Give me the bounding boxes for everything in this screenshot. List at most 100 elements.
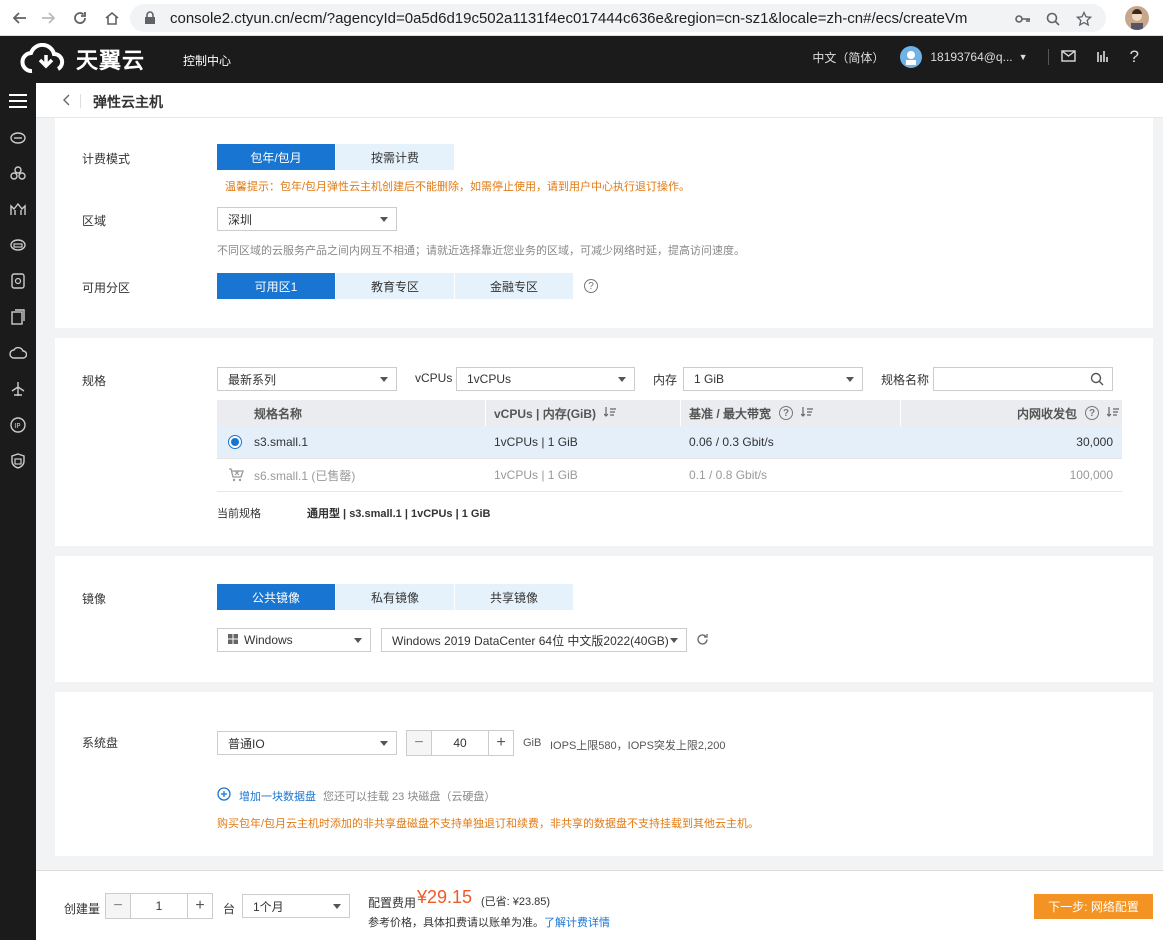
user-dropdown-icon[interactable]: ▼ (1019, 52, 1028, 62)
cloud-host-icon[interactable] (0, 119, 36, 155)
title-divider (80, 94, 81, 108)
region-select[interactable]: 深圳 (217, 207, 397, 231)
spec-series-value: 最新系列 (228, 372, 277, 387)
image-type-selector: 公共镜像 私有镜像 共享镜像 (217, 584, 574, 610)
username[interactable]: 18193764@q... (930, 50, 1012, 64)
windows-icon (228, 633, 238, 647)
cluster-icon[interactable] (0, 155, 36, 191)
vcpu-select[interactable]: 1vCPUs (456, 367, 635, 391)
memory-value: 1 GiB (694, 372, 725, 386)
price-label: 配置费用 (368, 896, 417, 910)
disk-unit: GiB (523, 737, 542, 749)
backup-icon[interactable] (0, 299, 36, 335)
disk-icon[interactable] (0, 227, 36, 263)
ctyun-logo[interactable]: 天翼云 (20, 43, 145, 75)
console-link[interactable]: 控制中心 (183, 52, 231, 69)
sort-icon[interactable] (800, 406, 814, 420)
pricing-detail-link[interactable]: 了解计费详情 (544, 914, 610, 930)
help-icon[interactable]: ? (1130, 47, 1139, 67)
decrease-button[interactable]: − (407, 731, 431, 755)
billing-option-ondemand[interactable]: 按需计费 (336, 144, 454, 170)
quantity-input[interactable]: 1 (130, 894, 188, 918)
sort-icon[interactable] (603, 406, 617, 420)
cloud-icon[interactable] (0, 335, 36, 371)
language-selector[interactable]: 中文（简体） (812, 49, 884, 66)
price-note: 参考价格，具体扣费请以账单为准。 (368, 917, 544, 929)
zone-option-finance[interactable]: 金融专区 (455, 273, 573, 299)
address-bar[interactable]: console2.ctyun.cn/ecm/?agencyId=0a5d6d19… (130, 4, 1106, 32)
zoom-icon[interactable] (1044, 10, 1062, 28)
pps-help-icon[interactable]: ? (1085, 406, 1100, 420)
table-row[interactable]: s3.small.1 1vCPUs | 1 GiB 0.06 / 0.3 Gbi… (217, 426, 1122, 459)
spec-series-select[interactable]: 最新系列 (217, 367, 397, 391)
billing-mode-selector: 包年/包月 按需计费 (217, 144, 455, 170)
memory-label: 内存 (653, 373, 678, 387)
network-icon[interactable] (0, 371, 36, 407)
reload-icon[interactable] (68, 6, 92, 30)
spec-radio[interactable] (228, 426, 242, 458)
add-circle-icon[interactable] (217, 787, 231, 804)
col-bandwidth-label: 基准 / 最大带宽 (689, 406, 772, 421)
bandwidth-help-icon[interactable]: ? (779, 406, 794, 420)
caret-down-icon (380, 217, 388, 222)
spec-name-search[interactable] (933, 367, 1113, 391)
home-icon[interactable] (100, 6, 124, 30)
duration-select[interactable]: 1个月 (242, 894, 350, 918)
col-cpu-mem[interactable]: vCPUs | 内存(GiB) (494, 400, 617, 426)
top-header: 天翼云 控制中心 中文（简体） 18193764@q... ▼ ? (0, 36, 1163, 83)
os-select[interactable]: Windows (217, 628, 371, 652)
refresh-icon[interactable] (696, 633, 709, 649)
spec-table: 规格名称 vCPUs | 内存(GiB) 基准 / 最大带宽 ? 内网收发包 ? (217, 400, 1122, 492)
caret-down-icon (380, 741, 388, 746)
profile-avatar[interactable] (1125, 6, 1149, 30)
col-bandwidth[interactable]: 基准 / 最大带宽 ? (689, 400, 814, 426)
zone-help-icon[interactable]: ? (584, 279, 598, 293)
current-spec-value: 通用型 | s3.small.1 | 1vCPUs | 1 GiB (307, 508, 491, 520)
caret-down-icon (380, 377, 388, 382)
col-pps[interactable]: 内网收发包 ? (1017, 400, 1120, 426)
disk-size-stepper: − 40 + (406, 730, 514, 756)
billing-option-annual[interactable]: 包年/包月 (217, 144, 335, 170)
sort-icon[interactable] (1106, 406, 1120, 420)
zone-option-education[interactable]: 教育专区 (336, 273, 454, 299)
zone-selector: 可用区1 教育专区 金融专区 (217, 273, 574, 299)
back-arrow-icon[interactable] (8, 6, 32, 30)
search-icon[interactable] (1090, 372, 1104, 389)
disk-type-select[interactable]: 普通IO (217, 731, 397, 755)
quantity-unit: 台 (223, 902, 236, 916)
memory-select[interactable]: 1 GiB (683, 367, 863, 391)
ip-icon[interactable]: IP (0, 407, 36, 443)
image-option-public[interactable]: 公共镜像 (217, 584, 335, 610)
menu-icon[interactable] (0, 83, 36, 119)
user-avatar[interactable] (900, 46, 923, 68)
next-step-button[interactable]: 下一步: 网络配置 (1034, 894, 1153, 919)
security-icon[interactable] (0, 443, 36, 479)
increase-button[interactable]: + (188, 894, 212, 918)
image-label: 镜像 (82, 592, 107, 606)
image-option-private[interactable]: 私有镜像 (336, 584, 454, 610)
star-icon[interactable] (1075, 10, 1093, 28)
table-row: s6.small.1 (已售罄) 1vCPUs | 1 GiB 0.1 / 0.… (217, 459, 1122, 492)
forward-arrow-icon[interactable] (36, 6, 60, 30)
bridge-icon[interactable] (0, 191, 36, 227)
storage-icon[interactable] (0, 263, 36, 299)
region-value: 深圳 (228, 212, 253, 227)
cloud-logo-icon (20, 43, 65, 73)
key-icon[interactable] (1014, 10, 1032, 28)
image-option-shared[interactable]: 共享镜像 (455, 584, 573, 610)
spec-card: 规格 最新系列 vCPUs 1vCPUs 内存 1 GiB 规格名称 规格名称 … (55, 338, 1153, 546)
image-version-select[interactable]: Windows 2019 DataCenter 64位 中文版2022(40GB… (381, 628, 687, 652)
increase-button[interactable]: + (489, 731, 513, 755)
disk-size-input[interactable]: 40 (431, 731, 489, 755)
row-cpu-mem: 1vCPUs | 1 GiB (494, 435, 578, 449)
back-chevron-icon[interactable] (62, 93, 70, 109)
region-hint: 不同区域的云服务产品之间内网互不相通；请就近选择靠近您业务的区域，可减少网络时延… (217, 245, 745, 257)
stats-icon[interactable] (1096, 49, 1110, 66)
caret-down-icon (333, 904, 341, 909)
mail-icon[interactable] (1060, 49, 1076, 65)
region-label: 区域 (82, 214, 107, 228)
row-spec-name: s3.small.1 (254, 435, 309, 449)
add-data-disk-link[interactable]: 增加一块数据盘 (239, 788, 316, 804)
zone-option-1[interactable]: 可用区1 (217, 273, 335, 299)
decrease-button[interactable]: − (106, 894, 130, 918)
